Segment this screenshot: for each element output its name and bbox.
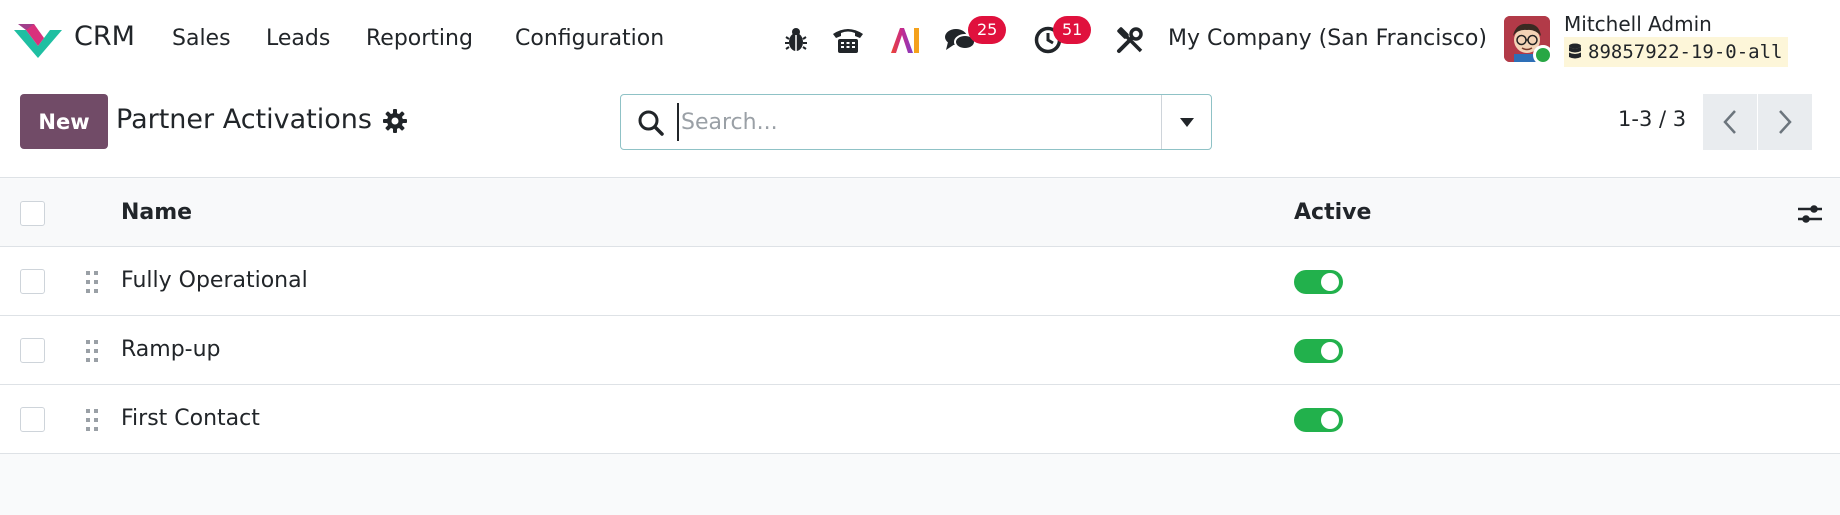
- settings-button[interactable]: [1112, 22, 1148, 58]
- crm-logo-icon[interactable]: [14, 22, 62, 60]
- row-checkbox[interactable]: [20, 407, 45, 432]
- gear-icon[interactable]: [382, 108, 408, 134]
- phone-button[interactable]: [830, 22, 866, 58]
- active-toggle[interactable]: [1294, 270, 1343, 294]
- ai-icon: [891, 28, 919, 53]
- pager-next-button[interactable]: [1758, 94, 1812, 150]
- toggle-knob: [1321, 411, 1339, 429]
- database-name: 89857922-19-0-all: [1588, 41, 1783, 63]
- active-toggle[interactable]: [1294, 339, 1343, 363]
- caret-down-icon: [1179, 117, 1194, 127]
- user-name[interactable]: Mitchell Admin: [1564, 12, 1712, 36]
- pager-value[interactable]: 1-3 / 3: [1618, 107, 1686, 131]
- control-panel: New Partner Activations 1-3 / 3: [0, 80, 1840, 178]
- sliders-icon[interactable]: [1796, 200, 1824, 228]
- select-all-checkbox[interactable]: [20, 201, 45, 226]
- search-icon: [638, 110, 664, 136]
- database-tag: 89857922-19-0-all: [1564, 37, 1789, 67]
- tools-icon: [1117, 27, 1143, 53]
- column-header-active[interactable]: Active: [1294, 200, 1371, 225]
- menu-item-configuration[interactable]: Configuration: [515, 26, 664, 51]
- app-name[interactable]: CRM: [74, 21, 135, 52]
- online-status-indicator: [1533, 45, 1553, 65]
- row-name[interactable]: Fully Operational: [121, 268, 308, 293]
- activities-count-badge: 51: [1053, 16, 1092, 44]
- row-checkbox[interactable]: [20, 269, 45, 294]
- database-icon: [1569, 43, 1581, 59]
- table-row[interactable]: Fully Operational: [0, 247, 1840, 316]
- toggle-knob: [1321, 273, 1339, 291]
- column-header-name[interactable]: Name: [121, 200, 192, 225]
- menu-item-sales[interactable]: Sales: [172, 26, 231, 51]
- search-input[interactable]: [677, 103, 1167, 141]
- toggle-knob: [1321, 342, 1339, 360]
- chevron-left-icon: [1723, 110, 1736, 134]
- list-view: Name Active Fully Operational Ramp-up Fi…: [0, 179, 1840, 454]
- list-header: Name Active: [0, 179, 1840, 247]
- new-button[interactable]: New: [20, 94, 108, 149]
- row-name[interactable]: Ramp-up: [121, 337, 221, 362]
- drag-handle-icon[interactable]: [84, 269, 100, 295]
- table-row[interactable]: Ramp-up: [0, 316, 1840, 385]
- bug-icon: [785, 28, 807, 51]
- page-title[interactable]: Partner Activations: [116, 104, 372, 135]
- search-bar: [620, 94, 1212, 150]
- row-name[interactable]: First Contact: [121, 406, 260, 431]
- debug-button[interactable]: [778, 22, 814, 58]
- chevron-right-icon: [1779, 110, 1792, 134]
- messages-count-badge: 25: [968, 16, 1007, 44]
- pager-previous-button[interactable]: [1703, 94, 1757, 150]
- search-options-toggle[interactable]: [1161, 95, 1211, 149]
- row-checkbox[interactable]: [20, 338, 45, 363]
- ai-button[interactable]: [887, 22, 923, 58]
- drag-handle-icon[interactable]: [84, 338, 100, 364]
- menu-item-reporting[interactable]: Reporting: [366, 26, 473, 51]
- table-row[interactable]: First Contact: [0, 385, 1840, 454]
- active-toggle[interactable]: [1294, 408, 1343, 432]
- phone-icon: [833, 29, 863, 53]
- drag-handle-icon[interactable]: [84, 407, 100, 433]
- top-navbar: CRM Sales Leads Reporting Configuration: [0, 0, 1840, 80]
- menu-item-leads[interactable]: Leads: [266, 26, 330, 51]
- company-switcher[interactable]: My Company (San Francisco): [1168, 26, 1487, 51]
